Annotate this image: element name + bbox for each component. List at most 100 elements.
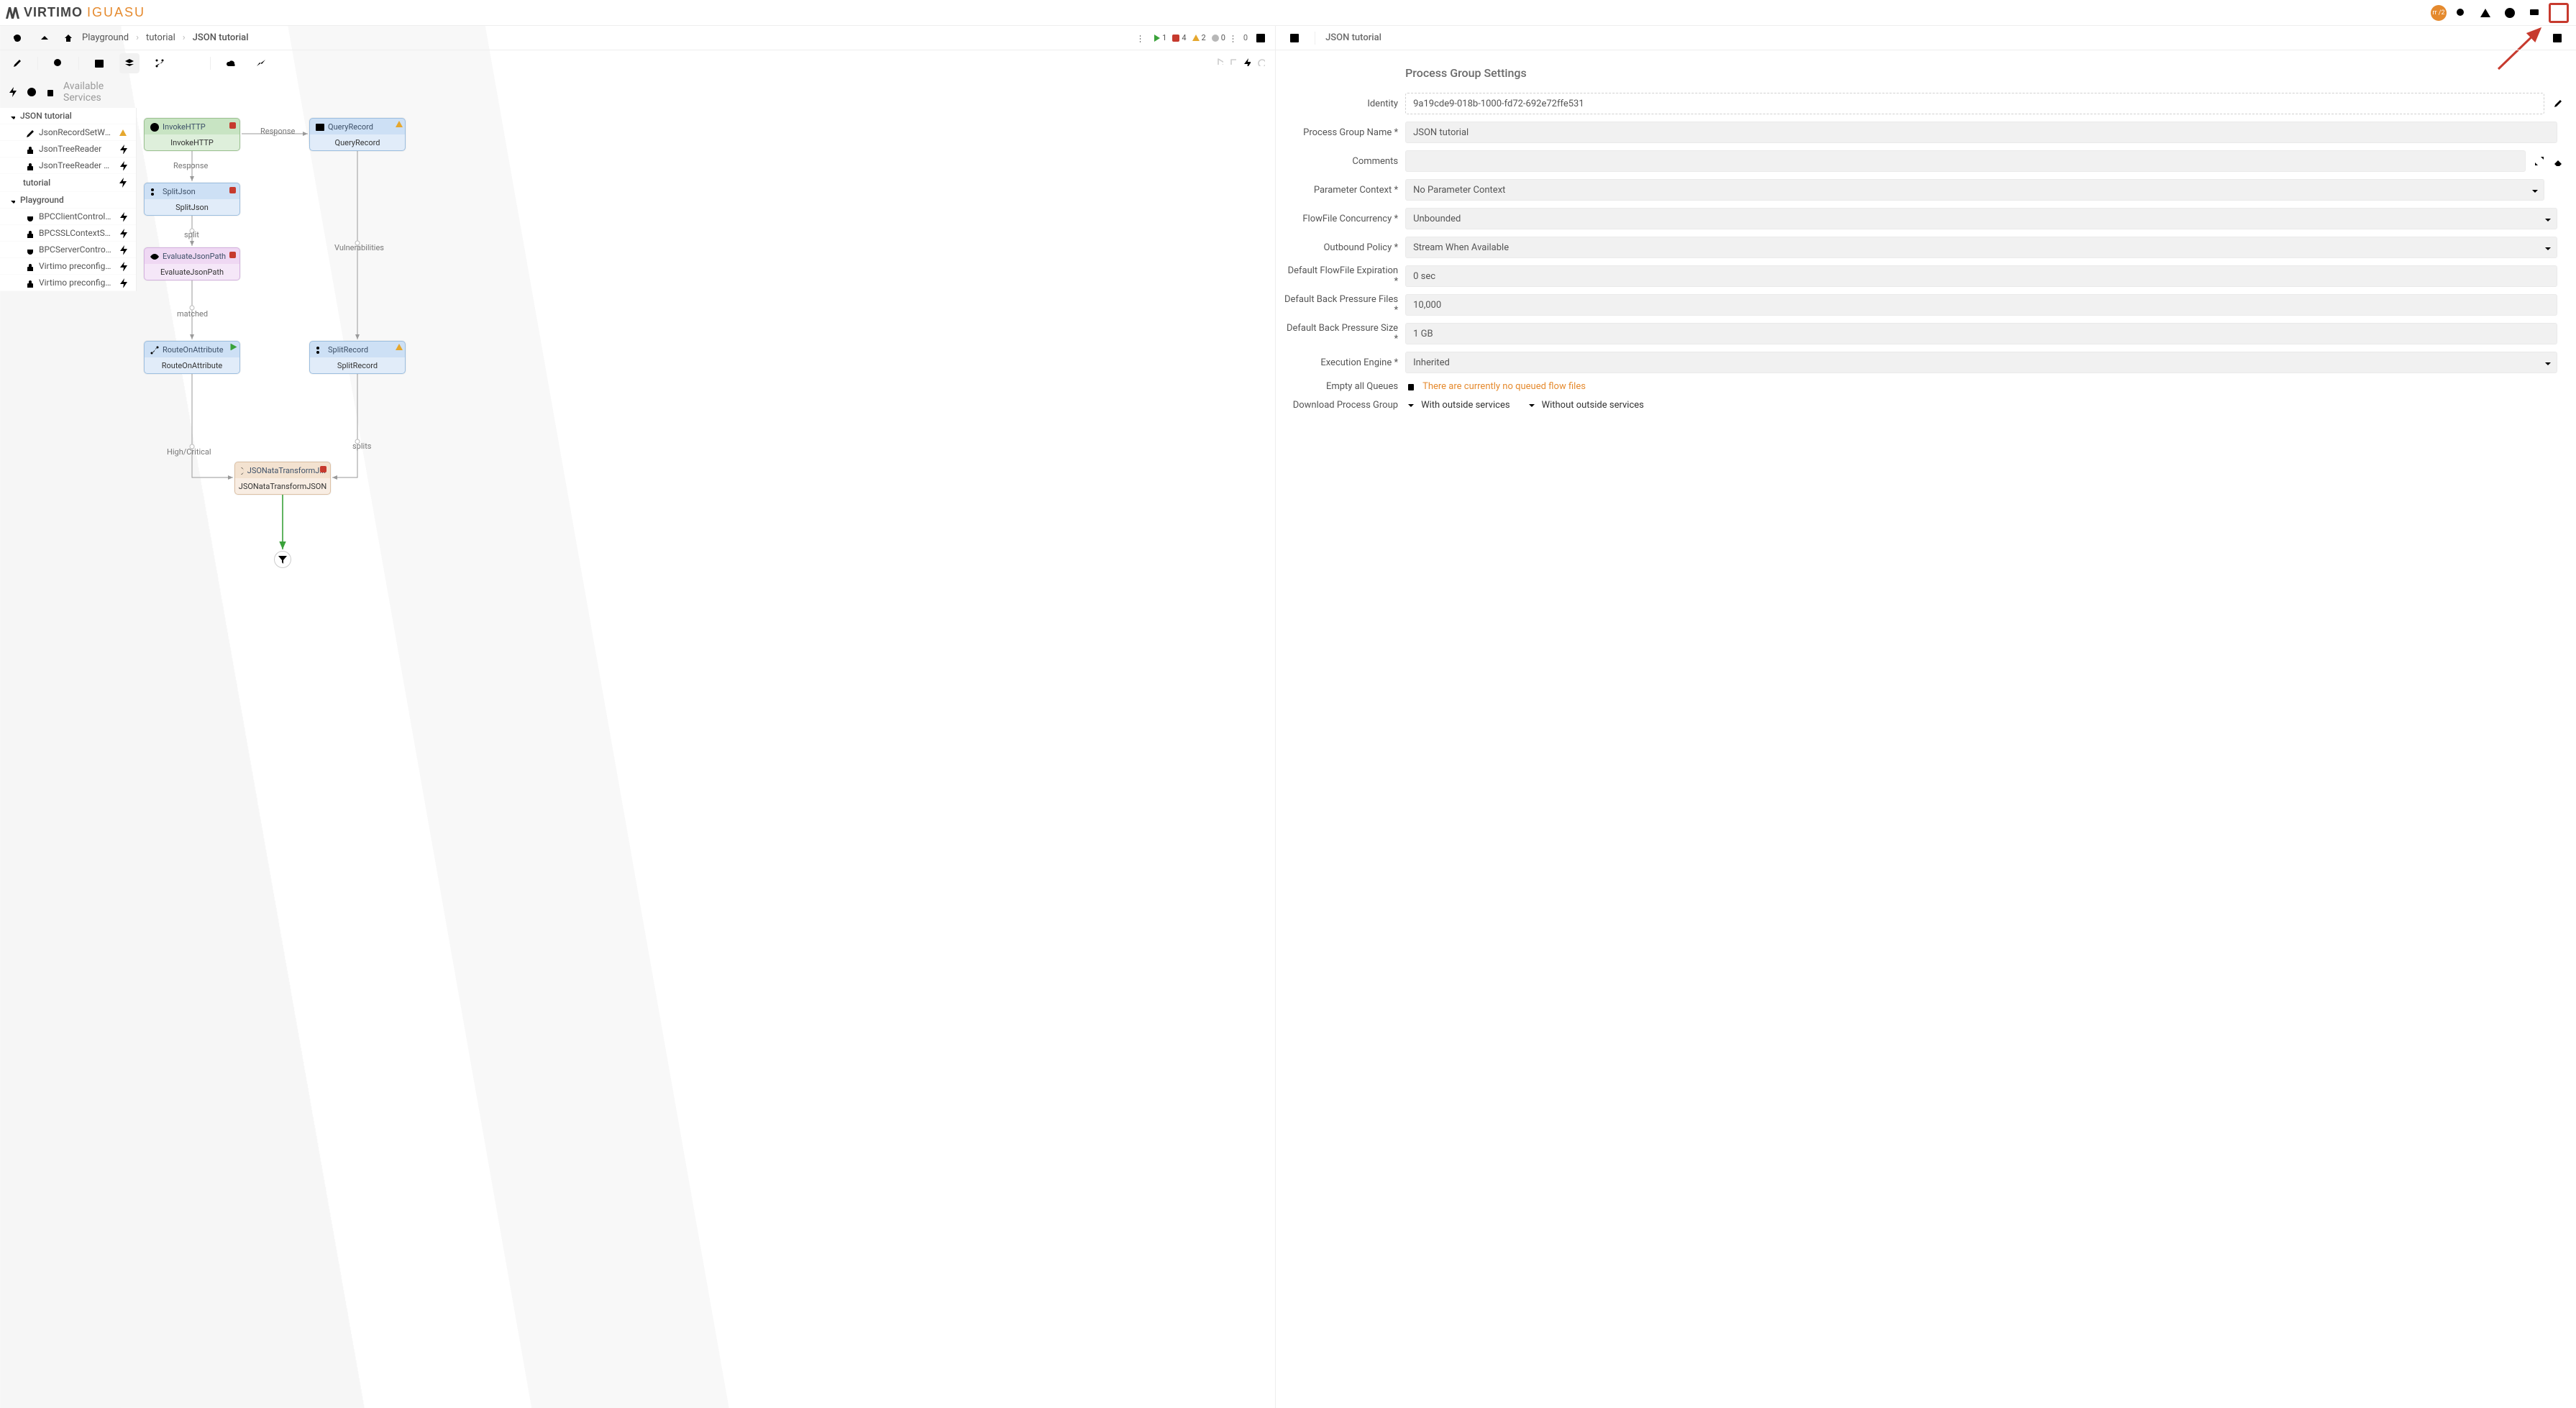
edge-label: Response bbox=[260, 127, 295, 136]
info-icon[interactable] bbox=[2500, 3, 2520, 23]
lock-icon bbox=[23, 229, 35, 238]
field-label: Process Group Name * bbox=[1283, 127, 1398, 138]
crumb-root[interactable]: Playground bbox=[82, 32, 129, 43]
funnel-node[interactable] bbox=[274, 551, 291, 568]
chevron-down-icon bbox=[2529, 186, 2538, 194]
edit-icon[interactable] bbox=[2552, 97, 2564, 110]
chevron-down-icon bbox=[2542, 243, 2551, 252]
empty-queues-label: Empty all Queues bbox=[1283, 381, 1398, 392]
field-value[interactable]: Unbounded bbox=[1405, 208, 2557, 229]
edge-label: matched bbox=[177, 309, 208, 319]
settings-panel: JSON tutorial Process Group Settings Ide… bbox=[1275, 26, 2576, 1408]
tree-group-header[interactable]: Playground bbox=[0, 192, 136, 209]
service-item[interactable]: BPCClientController bbox=[0, 209, 136, 225]
service-item[interactable]: JsonTreeReader bbox=[0, 141, 136, 157]
field-value[interactable]: 0 sec bbox=[1405, 265, 2557, 287]
field-label: Comments bbox=[1283, 156, 1398, 167]
flow-node[interactable]: EvaluateJsonPathEvaluateJsonPath bbox=[144, 247, 240, 280]
service-item[interactable]: Virtimo preconfigured SSL ... bbox=[0, 258, 136, 275]
tree-group-header[interactable]: JSON tutorial bbox=[0, 108, 136, 124]
status-running: 1 bbox=[1154, 33, 1166, 42]
edge-label: Vulnerabilities bbox=[334, 243, 384, 252]
tree-group-header[interactable]: tutorial bbox=[0, 174, 136, 192]
flow-canvas[interactable]: InvokeHTTPInvokeHTTP QueryRecordQueryReco… bbox=[137, 76, 1275, 1408]
flow-status: 1 4 2 0 0 bbox=[1138, 28, 1268, 48]
field-value[interactable]: 1 GB bbox=[1405, 323, 2557, 344]
field-value[interactable]: Inherited bbox=[1405, 352, 2557, 373]
stats-button[interactable] bbox=[251, 53, 271, 73]
flow-node[interactable]: JSONataTransformJ...JSONataTransformJSON bbox=[234, 462, 331, 495]
nav-up-button[interactable] bbox=[35, 28, 55, 48]
field-label: FlowFile Concurrency * bbox=[1283, 214, 1398, 224]
pop-out-button[interactable] bbox=[1253, 28, 1268, 48]
chevron-down-icon bbox=[7, 196, 16, 204]
reload-button[interactable] bbox=[7, 28, 27, 48]
service-item[interactable]: Virtimo preconfigured SSL ... bbox=[0, 275, 136, 291]
bolt-icon bbox=[7, 86, 19, 99]
service-item[interactable]: BPCServerController bbox=[0, 242, 136, 258]
panel-popout-button[interactable] bbox=[2547, 28, 2567, 48]
flow-node[interactable]: SplitJsonSplitJson bbox=[144, 183, 240, 216]
trash-icon[interactable] bbox=[45, 86, 56, 99]
save-button[interactable] bbox=[1284, 28, 1305, 48]
field-value[interactable]: 10,000 bbox=[1405, 294, 2557, 316]
cloud-button[interactable] bbox=[221, 53, 241, 73]
status-queue: 0 bbox=[1231, 33, 1248, 43]
scissors-icon bbox=[314, 344, 324, 355]
panel-heading: Process Group Settings bbox=[1405, 66, 2564, 80]
lock-icon bbox=[23, 278, 35, 288]
search-icon[interactable] bbox=[2451, 3, 2471, 23]
pencil-icon bbox=[23, 128, 35, 137]
services-sidebar: Available Services JSON tutorialJsonReco… bbox=[0, 76, 137, 291]
flow-node[interactable]: SplitRecordSplitRecord bbox=[309, 341, 406, 374]
edge-label: split bbox=[184, 230, 199, 239]
field-value[interactable]: JSON tutorial bbox=[1405, 122, 2557, 143]
download-without-services[interactable]: Without outside services bbox=[1526, 399, 1644, 411]
add-icon bbox=[117, 196, 129, 204]
brand-product: IGUASU bbox=[87, 5, 145, 20]
plug-icon bbox=[23, 245, 35, 255]
erase-icon[interactable] bbox=[2552, 155, 2564, 168]
flow-node[interactable]: QueryRecordQueryRecord bbox=[309, 118, 406, 151]
service-item[interactable]: JsonRecordSetWriter bbox=[0, 124, 136, 141]
status-icon bbox=[117, 129, 129, 136]
schedule-button[interactable] bbox=[89, 53, 109, 73]
crumb-leaf[interactable]: JSON tutorial bbox=[193, 32, 249, 43]
service-item[interactable]: JsonTreeReader RecordSplit bbox=[0, 157, 136, 174]
chevron-down-icon bbox=[2542, 214, 2551, 223]
flow-node[interactable]: InvokeHTTPInvokeHTTP bbox=[144, 118, 240, 151]
status-stopped: 4 bbox=[1172, 33, 1186, 42]
hash-icon[interactable] bbox=[2552, 183, 2564, 196]
edit-button[interactable] bbox=[7, 53, 27, 73]
field-value[interactable]: Stream When Available bbox=[1405, 237, 2557, 258]
eye-icon bbox=[149, 251, 159, 261]
field-label: Identity bbox=[1283, 99, 1398, 109]
service-item[interactable]: BPCSSLContextService bbox=[0, 225, 136, 242]
status-list-icon bbox=[1138, 33, 1148, 43]
plug-icon bbox=[23, 212, 35, 221]
empty-queues-action[interactable]: There are currently no queued flow files bbox=[1405, 380, 2557, 392]
status-icon bbox=[117, 211, 129, 221]
flow-edges bbox=[137, 76, 1275, 1408]
status-icon bbox=[117, 228, 129, 238]
version-button[interactable] bbox=[150, 53, 170, 73]
home-icon[interactable] bbox=[62, 28, 75, 48]
expand-icon[interactable] bbox=[2533, 155, 2546, 168]
monitor-icon[interactable] bbox=[2524, 3, 2544, 23]
flow-node[interactable]: RouteOnAttributeRouteOnAttribute bbox=[144, 341, 240, 374]
clock-icon bbox=[26, 86, 37, 99]
user-avatar[interactable]: rr /2 bbox=[2431, 5, 2447, 21]
warning-icon[interactable] bbox=[2475, 3, 2495, 23]
inspect-button[interactable] bbox=[48, 53, 68, 73]
edge-label: Response bbox=[173, 161, 208, 170]
params-button[interactable] bbox=[180, 53, 200, 73]
field-value[interactable] bbox=[1405, 150, 2526, 172]
field-value[interactable]: No Parameter Context bbox=[1405, 179, 2544, 201]
brand-name: VIRTIMO bbox=[24, 5, 83, 20]
crumb-mid[interactable]: tutorial bbox=[146, 32, 175, 43]
brand-logo: VIRTIMO IGUASU bbox=[7, 5, 145, 20]
services-button[interactable] bbox=[119, 53, 140, 73]
route-icon bbox=[149, 344, 159, 355]
main-menu-button[interactable] bbox=[2549, 3, 2569, 23]
download-with-services[interactable]: With outside services bbox=[1405, 399, 1509, 411]
